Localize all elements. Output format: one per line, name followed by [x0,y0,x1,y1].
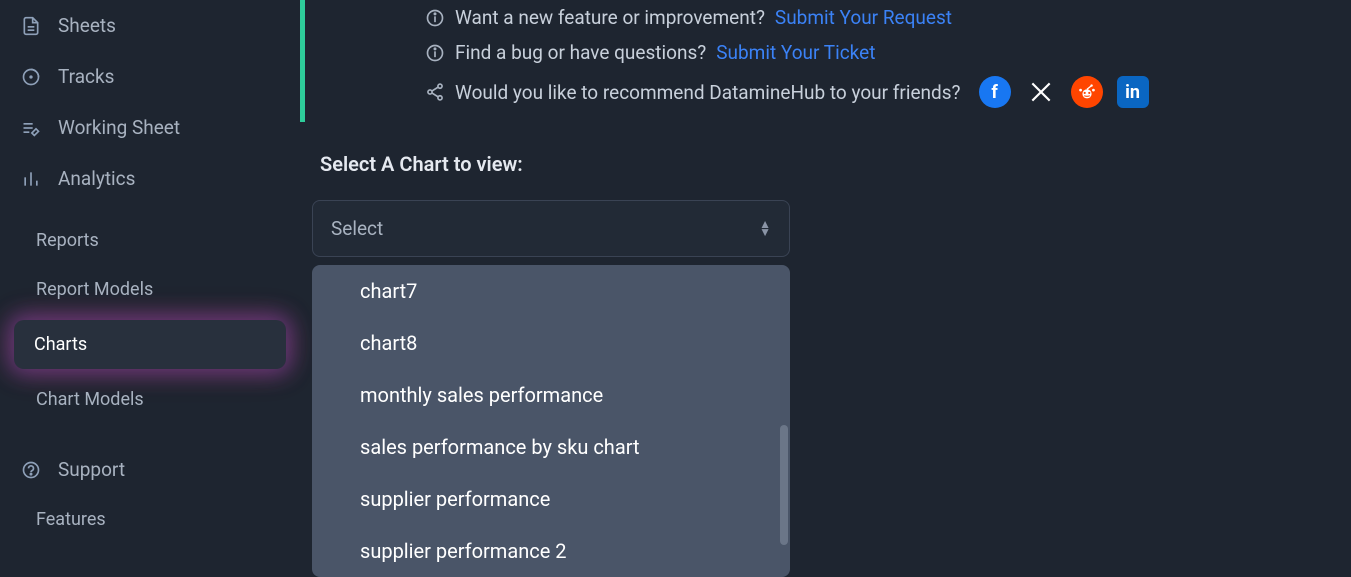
nav-label: Chart Models [36,389,144,410]
nav-label: Analytics [58,167,135,190]
sidebar-sub-report-models[interactable]: Report Models [0,265,300,314]
nav-label: Charts [34,334,87,355]
edit-list-icon [20,117,42,139]
info-icon [425,43,445,63]
nav-label: Sheets [58,14,116,37]
reddit-icon[interactable] [1071,76,1103,108]
info-banner: Want a new feature or improvement? Submi… [300,0,1351,122]
chevron-up-down-icon: ▲▼ [759,221,771,235]
select-chart-label: Select A Chart to view: [320,152,1351,176]
scrollbar[interactable] [780,425,788,545]
chart-select[interactable]: Select ▲▼ [312,200,790,257]
sidebar-item-tracks[interactable]: Tracks [0,51,300,102]
banner-row-bug: Find a bug or have questions? Submit You… [425,35,1351,70]
nav-label: Tracks [58,65,114,88]
nav-label: Working Sheet [58,116,180,139]
nav-label: Features [36,509,106,530]
dropdown-option[interactable]: chart8 [312,317,790,369]
dropdown-option[interactable]: supplier performance 2 [312,525,790,577]
sidebar-sub-charts[interactable]: Charts [14,320,286,369]
info-icon [425,8,445,28]
dropdown-option[interactable]: monthly sales performance [312,369,790,421]
banner-row-feature: Want a new feature or improvement? Submi… [425,0,1351,35]
linkedin-icon[interactable]: in [1117,76,1149,108]
chart-select-wrap: Select ▲▼ chart7 chart8 monthly sales pe… [312,200,790,577]
banner-text: Would you like to recommend DatamineHub … [455,81,961,104]
banner-text: Want a new feature or improvement? [455,6,765,29]
chart-dropdown: chart7 chart8 monthly sales performance … [312,265,790,577]
help-icon [20,459,42,481]
social-icons: f in [979,76,1149,108]
sidebar-sub-reports[interactable]: Reports [0,216,300,265]
banner-text: Find a bug or have questions? [455,41,706,64]
sidebar-sub-chart-models[interactable]: Chart Models [0,375,300,424]
sidebar-item-analytics[interactable]: Analytics [0,153,300,204]
dropdown-option[interactable]: supplier performance [312,473,790,525]
sidebar-item-support[interactable]: Support [0,444,300,495]
sidebar: Sheets Tracks Working Sheet Analytics Re… [0,0,300,574]
submit-ticket-link[interactable]: Submit Your Ticket [716,41,875,64]
sidebar-item-sheets[interactable]: Sheets [0,0,300,51]
banner-row-share: Would you like to recommend DatamineHub … [425,70,1351,114]
dropdown-option[interactable]: chart7 [312,265,790,317]
facebook-icon[interactable]: f [979,76,1011,108]
file-icon [20,15,42,37]
select-placeholder: Select [331,217,383,240]
submit-request-link[interactable]: Submit Your Request [775,6,952,29]
dropdown-option[interactable]: sales performance by sku chart [312,421,790,473]
x-icon[interactable] [1025,76,1057,108]
target-icon [20,66,42,88]
main-content: Want a new feature or improvement? Submi… [300,0,1351,574]
nav-label: Reports [36,230,99,251]
sidebar-item-features[interactable]: Features [0,495,300,544]
nav-label: Report Models [36,279,153,300]
share-icon [425,82,445,102]
bar-chart-icon [20,168,42,190]
nav-label: Support [58,458,125,481]
sidebar-item-working-sheet[interactable]: Working Sheet [0,102,300,153]
